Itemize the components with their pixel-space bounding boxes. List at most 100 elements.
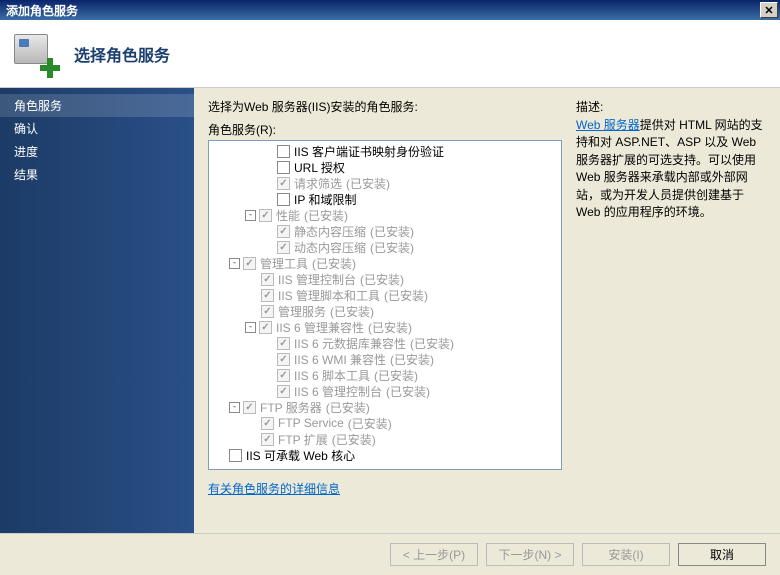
node-status: (已安装) (374, 367, 418, 384)
node-label: IP 和域限制 (294, 191, 356, 208)
checkbox (259, 321, 272, 334)
tree-node: IIS 客户端证书映射身份验证 (213, 143, 557, 159)
prev-button: < 上一步(P) (390, 543, 478, 566)
node-label: 性能 (276, 207, 300, 224)
node-label: IIS 管理控制台 (278, 271, 356, 288)
tree-node: - 性能(已安装) (213, 207, 557, 223)
checkbox (277, 353, 290, 366)
node-label: IIS 6 管理控制台 (294, 383, 382, 400)
tree-node: FTP 扩展(已安装) (213, 431, 557, 447)
checkbox (277, 177, 290, 190)
node-label: IIS 6 WMI 兼容性 (294, 351, 386, 368)
tree-node: 管理服务(已安装) (213, 303, 557, 319)
web-server-link[interactable]: Web 服务器 (576, 118, 640, 132)
checkbox[interactable] (277, 161, 290, 174)
tree-node: FTP Service (已安装) (213, 415, 557, 431)
next-button: 下一步(N) > (486, 543, 574, 566)
tree-node: IIS 6 管理控制台(已安装) (213, 383, 557, 399)
tree-node: IIS 6 WMI 兼容性(已安装) (213, 351, 557, 367)
roles-label: 角色服务(R): (208, 121, 562, 138)
install-button: 安装(I) (582, 543, 670, 566)
node-label: IIS 6 元数据库兼容性 (294, 335, 406, 352)
node-label: IIS 6 管理兼容性 (276, 319, 364, 336)
titlebar: 添加角色服务 ✕ (0, 0, 780, 20)
expand-toggle[interactable]: - (229, 402, 240, 413)
checkbox[interactable] (277, 145, 290, 158)
tree-node: 请求筛选(已安装) (213, 175, 557, 191)
cancel-button[interactable]: 取消 (678, 543, 766, 566)
checkbox[interactable] (229, 449, 242, 462)
checkbox (261, 417, 274, 430)
tree-node: IIS 可承载 Web 核心 (213, 447, 557, 463)
checkbox (259, 209, 272, 222)
description-heading: 描述: (576, 98, 766, 115)
tree-node: 静态内容压缩(已安装) (213, 223, 557, 239)
tree-node: URL 授权 (213, 159, 557, 175)
node-label: 请求筛选 (294, 175, 342, 192)
node-label: IIS 6 脚本工具 (294, 367, 370, 384)
tree-node: IIS 6 脚本工具(已安装) (213, 367, 557, 383)
close-button[interactable]: ✕ (760, 2, 778, 18)
node-status: (已安装) (360, 271, 404, 288)
sidebar-item[interactable]: 确认 (0, 117, 194, 140)
node-status: (已安装) (346, 175, 390, 192)
expand-toggle[interactable]: - (245, 322, 256, 333)
node-label: IIS 可承载 Web 核心 (246, 447, 355, 464)
checkbox (277, 369, 290, 382)
expand-toggle[interactable]: - (245, 210, 256, 221)
node-status: (已安装) (348, 415, 392, 432)
node-label: FTP 服务器 (260, 399, 322, 416)
role-services-tree[interactable]: IIS 客户端证书映射身份验证URL 授权请求筛选(已安装)IP 和域限制-性能… (208, 140, 562, 470)
description-text: 提供对 HTML 网站的支持和对 ASP.NET、ASP 以及 Web 服务器扩… (576, 118, 763, 219)
checkbox (261, 289, 274, 302)
checkbox (243, 401, 256, 414)
wizard-header: 选择角色服务 (0, 20, 780, 88)
node-status: (已安装) (410, 335, 454, 352)
checkbox (243, 257, 256, 270)
node-status: (已安装) (384, 287, 428, 304)
tree-node: IIS 管理脚本和工具(已安装) (213, 287, 557, 303)
checkbox (261, 305, 274, 318)
wizard-footer: < 上一步(P) 下一步(N) > 安装(I) 取消 (0, 533, 780, 575)
sidebar: 角色服务确认进度结果 (0, 88, 194, 533)
node-status: (已安装) (390, 351, 434, 368)
tree-node: IP 和域限制 (213, 191, 557, 207)
node-label: URL 授权 (294, 159, 345, 176)
tree-node: - 管理工具(已安装) (213, 255, 557, 271)
tree-node: - FTP 服务器(已安装) (213, 399, 557, 415)
server-add-icon (14, 32, 58, 76)
instruction-text: 选择为Web 服务器(IIS)安装的角色服务: (208, 98, 562, 115)
node-label: 管理工具 (260, 255, 308, 272)
node-status: (已安装) (370, 223, 414, 240)
checkbox (277, 385, 290, 398)
node-status: (已安装) (368, 319, 412, 336)
checkbox (277, 225, 290, 238)
node-status: (已安装) (304, 207, 348, 224)
node-status: (已安装) (330, 303, 374, 320)
sidebar-item[interactable]: 进度 (0, 140, 194, 163)
tree-node: 动态内容压缩(已安装) (213, 239, 557, 255)
sidebar-item[interactable]: 角色服务 (0, 94, 194, 117)
window-title: 添加角色服务 (6, 2, 760, 19)
tree-node: IIS 6 元数据库兼容性(已安装) (213, 335, 557, 351)
node-status: (已安装) (326, 399, 370, 416)
tree-node: - IIS 6 管理兼容性(已安装) (213, 319, 557, 335)
node-label: 管理服务 (278, 303, 326, 320)
node-label: IIS 管理脚本和工具 (278, 287, 380, 304)
node-status: (已安装) (312, 255, 356, 272)
sidebar-item[interactable]: 结果 (0, 163, 194, 186)
checkbox (261, 433, 274, 446)
checkbox (277, 241, 290, 254)
tree-node: IIS 管理控制台(已安装) (213, 271, 557, 287)
expand-toggle[interactable]: - (229, 258, 240, 269)
node-label: 动态内容压缩 (294, 239, 366, 256)
checkbox (277, 337, 290, 350)
node-status: (已安装) (386, 383, 430, 400)
checkbox (261, 273, 274, 286)
page-title: 选择角色服务 (74, 42, 170, 66)
more-info-link[interactable]: 有关角色服务的详细信息 (208, 482, 340, 496)
checkbox[interactable] (277, 193, 290, 206)
node-status: (已安装) (332, 431, 376, 448)
node-status: (已安装) (370, 239, 414, 256)
node-label: FTP Service (278, 416, 344, 430)
